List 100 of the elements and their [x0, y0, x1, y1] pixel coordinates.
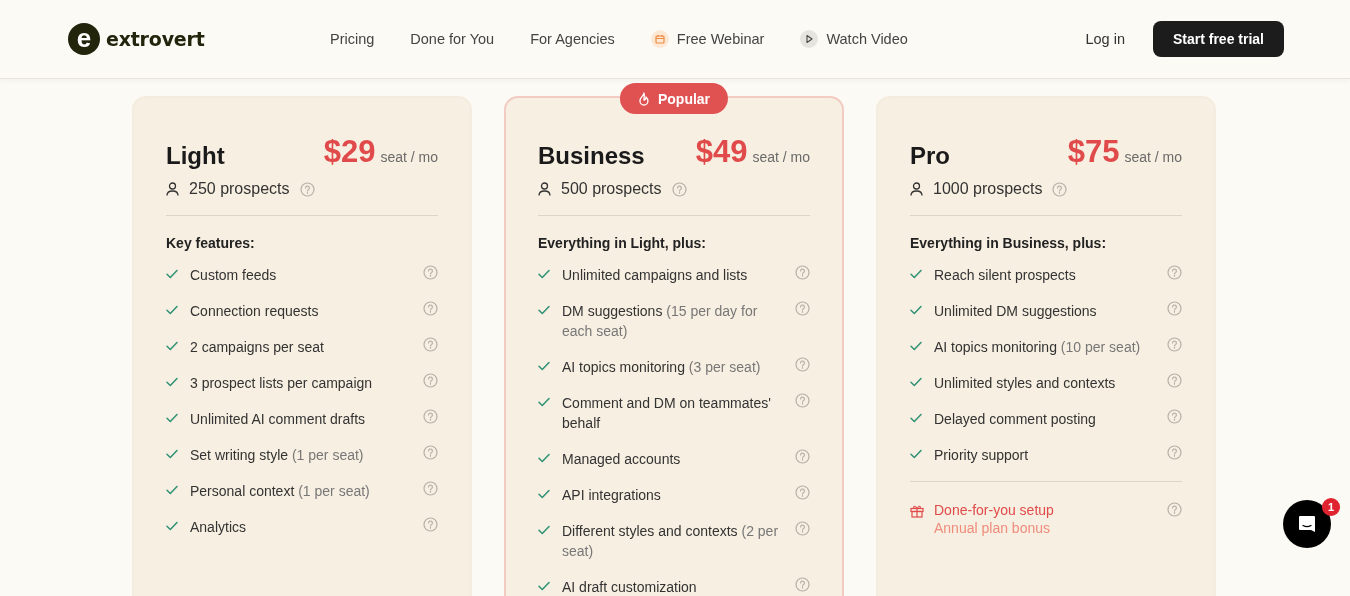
feature-text: Managed accounts	[562, 450, 682, 469]
check-icon	[538, 525, 550, 535]
help-icon[interactable]	[423, 445, 438, 460]
feature-text: Reach silent prospects	[934, 266, 1077, 285]
help-icon[interactable]	[795, 301, 810, 316]
help-icon[interactable]	[423, 337, 438, 352]
help-icon[interactable]	[795, 521, 810, 536]
plan-name: Business	[538, 142, 645, 170]
help-icon[interactable]	[423, 301, 438, 316]
help-icon[interactable]	[423, 481, 438, 496]
help-icon[interactable]	[423, 373, 438, 388]
help-icon[interactable]	[423, 265, 438, 280]
price-unit: seat / mo	[380, 149, 438, 165]
help-icon[interactable]	[299, 181, 315, 197]
help-icon[interactable]	[1052, 181, 1068, 197]
nav-link[interactable]: Watch Video	[800, 30, 908, 48]
price-unit: seat / mo	[752, 149, 810, 165]
logo-mark[interactable]: e	[68, 23, 100, 55]
help-icon[interactable]	[795, 449, 810, 464]
feature-text: Unlimited DM suggestions	[934, 302, 1098, 321]
check-icon	[538, 453, 550, 463]
nav-link[interactable]: For Agencies	[530, 31, 615, 47]
feature-text: Comment and DM on teammates' behalf	[562, 394, 772, 433]
feature-text: Delayed comment posting	[934, 410, 1097, 429]
nav-link[interactable]: Free Webinar	[650, 30, 765, 48]
check-icon	[910, 377, 922, 387]
help-icon[interactable]	[1167, 502, 1182, 517]
bonus-title: Done-for-you setup	[934, 502, 1055, 518]
start-trial-button[interactable]: Start free trial	[1152, 21, 1284, 57]
check-icon	[166, 305, 178, 315]
check-icon	[910, 305, 922, 315]
feature-text: AI topics monitoring (3 per seat)	[562, 358, 762, 377]
check-icon	[538, 361, 550, 371]
user-icon	[910, 182, 923, 196]
popular-badge: Popular	[619, 83, 729, 114]
feature-text: Different styles and contexts (2 per seat)	[562, 522, 780, 561]
help-icon[interactable]	[795, 577, 810, 592]
features-heading: Key features:	[166, 235, 256, 251]
help-icon[interactable]	[795, 485, 810, 500]
prospect-count: 500 prospects	[561, 180, 662, 198]
check-icon	[910, 449, 922, 459]
help-icon[interactable]	[1167, 337, 1182, 352]
play-icon	[800, 30, 819, 48]
notification-badge: 1	[1322, 498, 1340, 516]
check-icon	[166, 521, 178, 531]
login-link[interactable]: Log in	[1085, 31, 1125, 47]
help-icon[interactable]	[671, 181, 687, 197]
feature-text: Unlimited styles and contexts	[934, 374, 1117, 393]
feature-text: Analytics	[190, 518, 248, 537]
feature-text: 2 campaigns per seat	[190, 338, 325, 357]
help-icon[interactable]	[1167, 373, 1182, 388]
bonus-subtitle: Annual plan bonus	[934, 520, 1051, 536]
check-icon	[166, 413, 178, 423]
help-icon[interactable]	[1167, 409, 1182, 424]
check-icon	[166, 269, 178, 279]
features-heading: Everything in Light, plus:	[538, 235, 707, 251]
prospect-count: 1000 prospects	[933, 180, 1043, 198]
feature-text: Set writing style (1 per seat)	[190, 446, 365, 465]
nav-link[interactable]: Pricing	[330, 31, 375, 47]
help-icon[interactable]	[1167, 445, 1182, 460]
feature-text: DM suggestions (15 per day for each seat)	[562, 302, 759, 341]
plan-price: $75	[1067, 134, 1120, 170]
logo-text[interactable]: extrovert	[106, 28, 205, 50]
check-icon	[166, 377, 178, 387]
help-icon[interactable]	[1167, 265, 1182, 280]
check-icon	[910, 413, 922, 423]
feature-text: Custom feeds	[190, 266, 278, 285]
feature-text: AI topics monitoring (10 per seat)	[934, 338, 1142, 357]
price-unit: seat / mo	[1124, 149, 1182, 165]
help-icon[interactable]	[795, 265, 810, 280]
help-icon[interactable]	[795, 393, 810, 408]
feature-text: Connection requests	[190, 302, 320, 321]
plan-name: Pro	[910, 142, 950, 170]
calendar-icon	[650, 30, 669, 48]
help-icon[interactable]	[423, 409, 438, 424]
help-icon[interactable]	[795, 357, 810, 372]
feature-text: Priority support	[934, 446, 1030, 465]
check-icon	[538, 269, 550, 279]
feature-text: Unlimited AI comment drafts	[190, 410, 367, 429]
check-icon	[538, 581, 550, 591]
nav-link[interactable]: Done for You	[410, 31, 495, 47]
gift-icon	[910, 504, 924, 518]
feature-text: 3 prospect lists per campaign	[190, 374, 374, 393]
features-heading: Everything in Business, plus:	[910, 235, 1108, 251]
check-icon	[538, 489, 550, 499]
check-icon	[166, 341, 178, 351]
check-icon	[538, 305, 550, 315]
check-icon	[910, 269, 922, 279]
user-icon	[538, 182, 551, 196]
user-icon	[166, 182, 179, 196]
plan-name: Light	[166, 142, 225, 170]
plan-price: $49	[695, 134, 748, 170]
chat-icon	[1297, 514, 1317, 534]
feature-text: API integrations	[562, 486, 662, 505]
help-icon[interactable]	[423, 517, 438, 532]
check-icon	[166, 449, 178, 459]
check-icon	[166, 485, 178, 495]
help-icon[interactable]	[1167, 301, 1182, 316]
check-icon	[538, 397, 550, 407]
feature-text: Personal context (1 per seat)	[190, 482, 371, 501]
